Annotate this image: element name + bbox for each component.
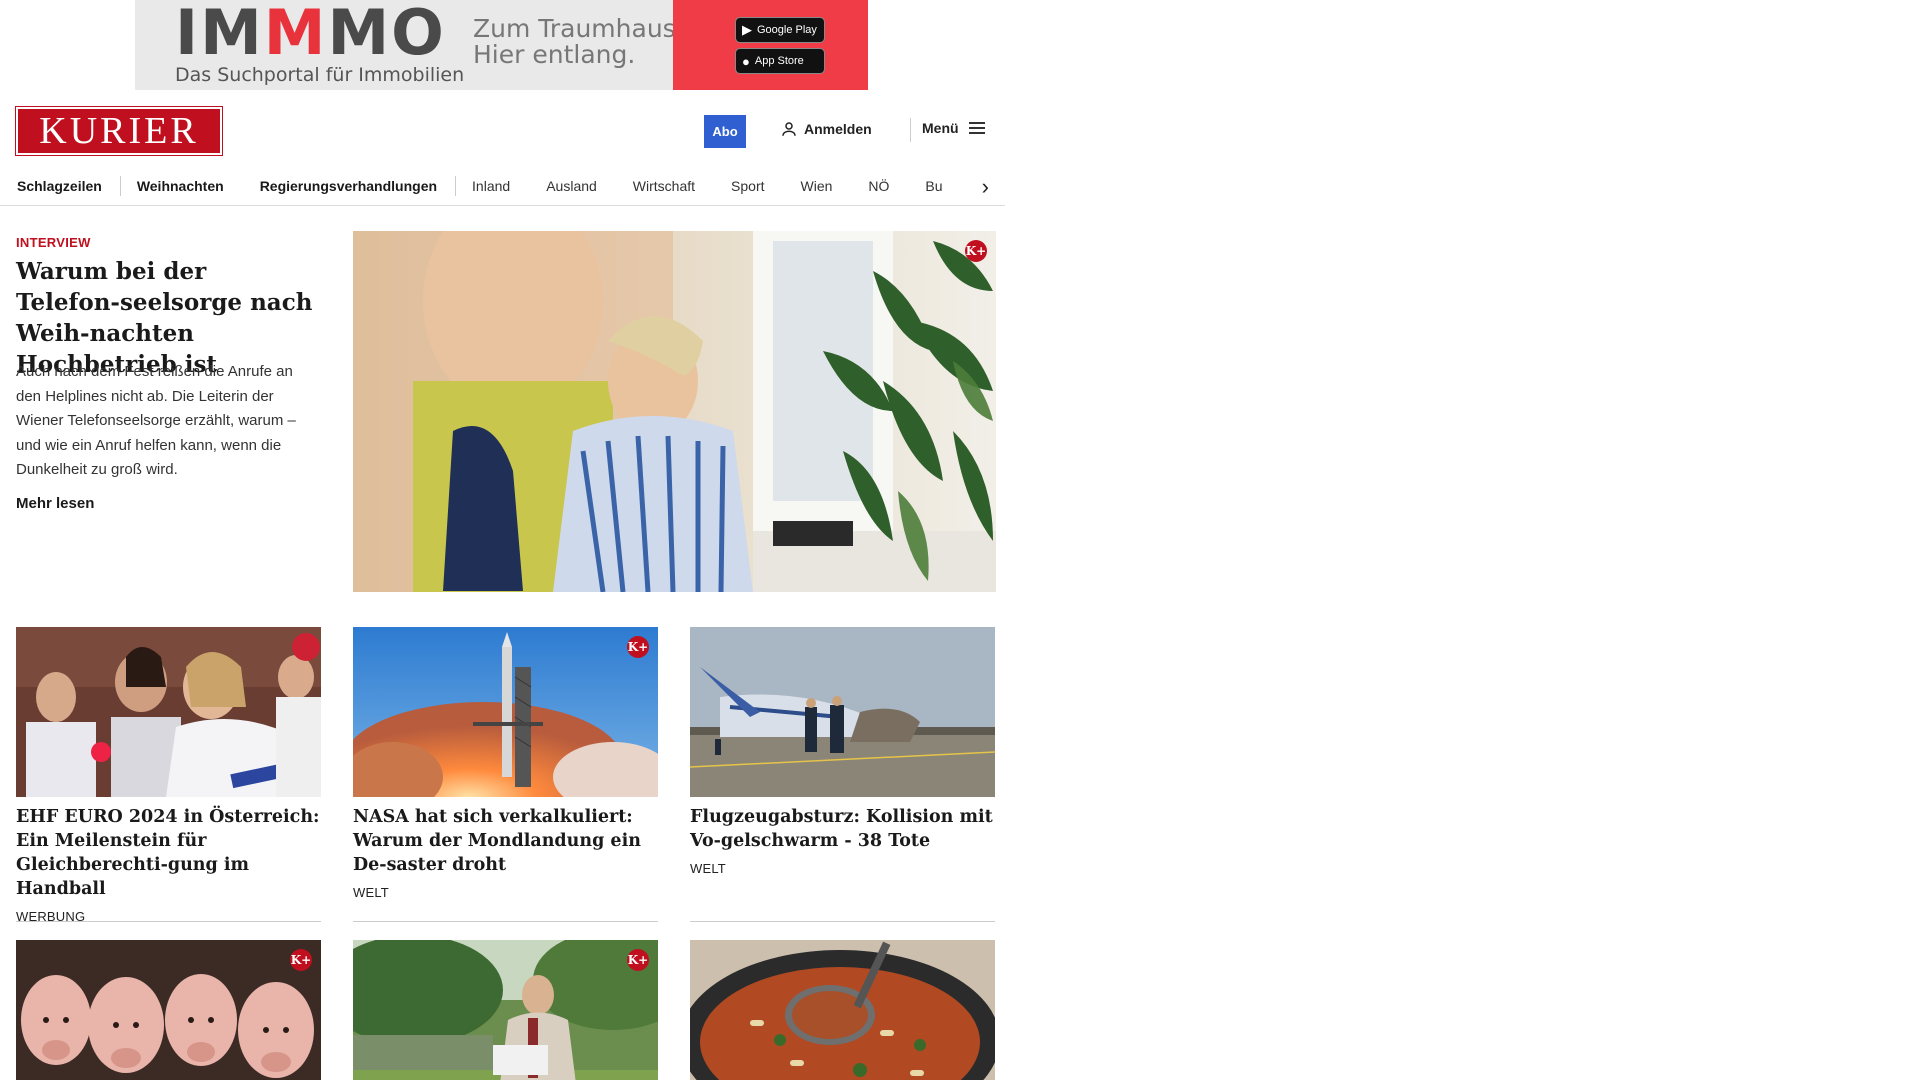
piglets-photo [16,940,321,1080]
ad-slogan: Zum Traumhaus? Hier entlang. [473,14,689,70]
menu-label: Menü [922,120,959,136]
abo-button[interactable]: Abo [704,115,746,148]
immmo-logo: IMMMO [175,0,446,69]
hero-teaser: Auch nach dem Fest reißen die Anrufe an … [16,363,296,478]
header-divider [910,118,911,142]
ad-store-panel: ▶ Google Play ● App Store [673,0,868,90]
read-more-link[interactable]: Mehr lesen [16,495,94,512]
card-divider [353,921,658,922]
google-play-button[interactable]: ▶ Google Play [735,17,825,43]
nav-fade [945,166,1005,205]
login-label: Anmelden [804,121,872,137]
category-nav: Schlagzeilen Weihnachten Regierungsverha… [0,166,1005,206]
app-store-button[interactable]: ● App Store [735,48,825,74]
login-link[interactable]: Anmelden [780,120,872,138]
card-divider [16,921,321,922]
nav-separator [455,176,457,196]
menu-button[interactable]: Menü [922,120,985,136]
nav-item-noe[interactable]: NÖ [868,178,889,194]
handball-photo [16,627,321,797]
user-icon [782,122,796,136]
kurier-plus-badge: K+ [627,636,649,658]
hero-photo [353,231,996,592]
article-card[interactable]: Flugzeugabsturz: Kollision mit Vo-gelsch… [690,627,995,922]
rocket-launch-photo [353,627,658,797]
article-thumbnail [690,627,995,797]
hero-kicker: INTERVIEW [16,235,91,250]
man-in-garden-photo [353,940,658,1080]
nav-item-sport[interactable]: Sport [731,178,764,194]
article-title[interactable]: EHF EURO 2024 in Österreich: Ein Meilens… [16,805,321,901]
chevron-right-icon[interactable]: › [982,174,989,200]
ad-subtitle: Das Suchportal für Immobilien [175,64,465,86]
nav-item-ausland[interactable]: Ausland [546,178,597,194]
article-card[interactable]: EHF EURO 2024 in Österreich: Ein Meilens… [16,627,321,924]
kurier-logo[interactable]: KURIER [15,106,223,156]
hamburger-icon [968,122,985,134]
hero-image[interactable]: K+ [353,231,996,592]
nav-item-weihnachten[interactable]: Weihnachten [137,178,224,194]
article-title[interactable]: Flugzeugabsturz: Kollision mit Vo-gelsch… [690,805,995,853]
plane-crash-photo [690,627,995,797]
article-thumbnail: K+ [353,627,658,797]
immmo-ad-banner[interactable]: IMMMO Das Suchportal für Immobilien Zum … [135,0,868,90]
nav-item-schlagzeilen[interactable]: Schlagzeilen [17,178,102,194]
article-card[interactable]: K+ NASA hat sich verkalkuliert: Warum de… [353,627,658,922]
play-store-icon: ▶ [742,22,752,37]
nav-item-wien[interactable]: Wien [801,178,833,194]
nav-item-regierungsverhandlungen[interactable]: Regierungsverhandlungen [260,178,437,194]
apple-icon: ● [742,53,750,69]
nav-separator [119,176,121,196]
nav-item-wirtschaft[interactable]: Wirtschaft [633,178,695,194]
card-divider [690,921,995,922]
nav-item-inland[interactable]: Inland [472,178,510,194]
soup-pot-photo [690,940,995,1080]
article-thumbnail[interactable]: K+ [16,940,321,1080]
kurier-plus-badge: K+ [965,240,987,262]
kurier-plus-badge: K+ [627,949,649,971]
kurier-plus-badge: K+ [290,949,312,971]
nav-item-burgenland[interactable]: Bu [925,178,942,194]
article-thumbnail[interactable] [690,940,995,1080]
article-tag: WELT [353,885,389,900]
article-tag: WELT [690,861,726,876]
article-thumbnail[interactable]: K+ [353,940,658,1080]
article-title[interactable]: NASA hat sich verkalkuliert: Warum der M… [353,805,658,877]
article-thumbnail [16,627,321,797]
